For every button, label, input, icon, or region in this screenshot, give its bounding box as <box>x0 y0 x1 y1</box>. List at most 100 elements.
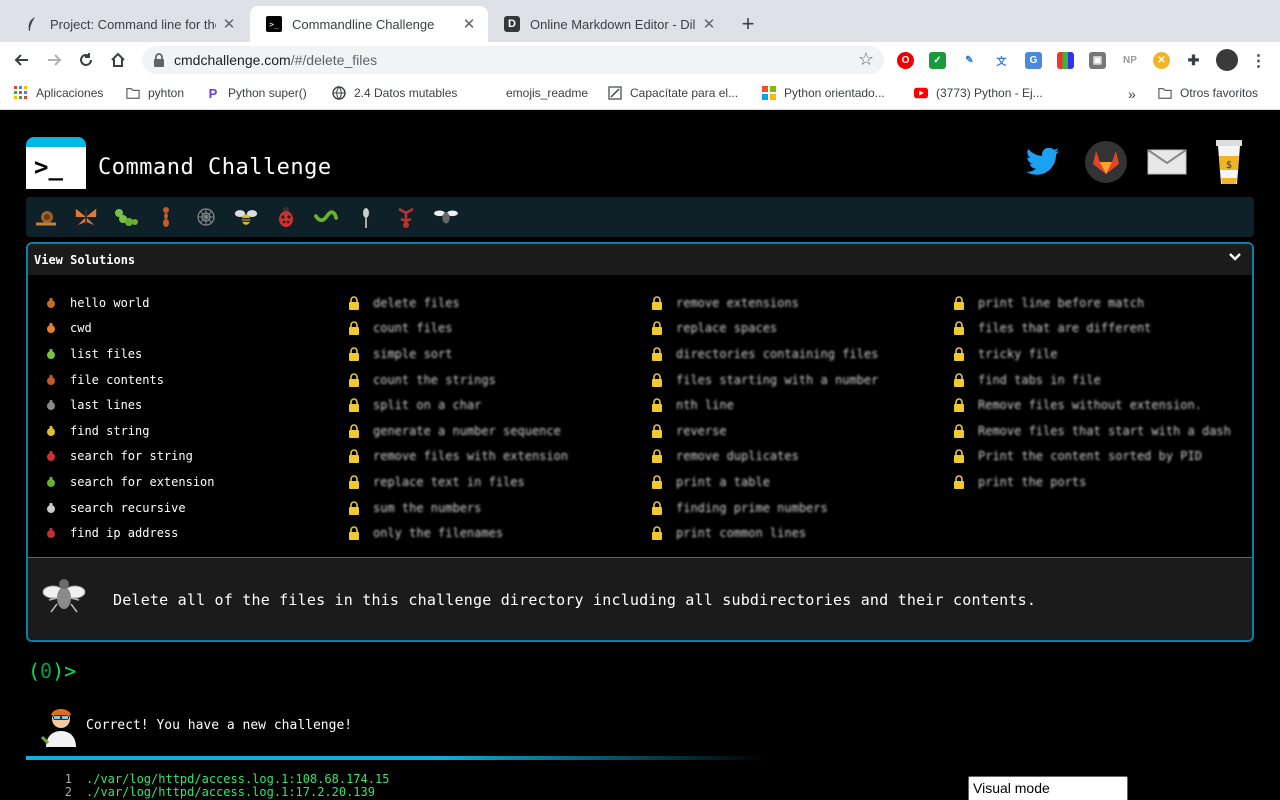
spider-web-icon[interactable] <box>194 205 218 229</box>
bookmark-capacitate[interactable]: Capacítate para el... <box>608 86 738 100</box>
bookmark-datos-mutables[interactable]: 2.4 Datos mutables <box>332 86 457 100</box>
locked-challenge-item[interactable]: Remove files that start with a dash <box>952 418 1231 444</box>
chevron-down-icon[interactable] <box>1228 249 1242 265</box>
locked-challenge-item[interactable]: nth line <box>650 392 878 418</box>
color-grid-icon[interactable] <box>1057 52 1074 69</box>
scorpion-icon[interactable] <box>394 205 418 229</box>
challenge-item[interactable]: search for extension <box>44 469 215 495</box>
locked-challenge-item[interactable]: remove files with extension <box>347 444 568 470</box>
locked-challenge-item[interactable]: generate a number sequence <box>347 418 568 444</box>
more-menu-icon[interactable]: ⋮ <box>1250 52 1267 70</box>
challenge-item[interactable]: file contents <box>44 367 215 393</box>
locked-challenge-item[interactable]: delete files <box>347 290 568 316</box>
locked-challenge-item[interactable]: find tabs in file <box>952 367 1231 393</box>
locked-challenge-item[interactable]: count the strings <box>347 367 568 393</box>
locked-challenge-item[interactable]: Remove files without extension. <box>952 392 1231 418</box>
locked-challenge-item[interactable]: replace spaces <box>650 316 878 342</box>
challenge-item[interactable]: find string <box>44 418 215 444</box>
gitlab-icon[interactable] <box>1085 141 1127 183</box>
locked-challenge-item[interactable]: replace text in files <box>347 469 568 495</box>
lock-icon[interactable] <box>152 52 168 68</box>
site-logo[interactable]: >_ <box>26 147 86 189</box>
x-extension-icon[interactable]: ✕ <box>1153 52 1170 69</box>
challenge-item[interactable]: search for string <box>44 444 215 470</box>
locked-challenge-item[interactable]: tricky file <box>952 341 1231 367</box>
avatar[interactable] <box>1216 49 1238 71</box>
locked-challenges-column-1: delete files count files simple sort count … <box>347 290 568 546</box>
bookmark-star-icon[interactable]: ☆ <box>858 49 874 70</box>
shell-prompt[interactable]: (0)> <box>28 659 76 683</box>
tab-markdown-editor[interactable]: D Online Markdown Editor - Dillin ✕ <box>488 6 728 42</box>
bookmark-python-orientado[interactable]: Python orientado... <box>762 86 885 100</box>
locked-challenge-item[interactable]: directories containing files <box>650 341 878 367</box>
ant-icon[interactable] <box>154 205 178 229</box>
folder-icon <box>126 86 140 100</box>
challenge-label: only the filenames <box>373 526 504 541</box>
tab-project[interactable]: Project: Command line for the w ✕ <box>8 6 248 42</box>
snail-icon[interactable] <box>34 205 58 229</box>
butterfly-icon[interactable] <box>74 205 98 229</box>
locked-challenge-item[interactable]: count files <box>347 316 568 342</box>
challenge-item[interactable]: search recursive <box>44 495 215 521</box>
locked-challenge-item[interactable]: Print the content sorted by PID <box>952 444 1231 470</box>
ladybug-icon[interactable] <box>274 205 298 229</box>
reload-button[interactable] <box>74 48 98 72</box>
caterpillar-icon[interactable] <box>114 205 138 229</box>
challenge-item[interactable]: last lines <box>44 392 215 418</box>
worm-icon <box>44 475 58 489</box>
bee-icon[interactable] <box>234 205 258 229</box>
coffee-icon[interactable]: $ <box>1208 137 1250 187</box>
tab-commandline-challenge[interactable]: >_ Commandline Challenge ✕ <box>250 6 488 42</box>
fly-icon[interactable] <box>434 205 458 229</box>
locked-challenge-item[interactable]: print a table <box>650 469 878 495</box>
google-translate-icon[interactable]: G <box>1025 52 1042 69</box>
new-tab-button[interactable]: + <box>736 11 760 36</box>
twitter-icon[interactable] <box>1022 141 1064 183</box>
close-icon[interactable]: ✕ <box>700 15 718 33</box>
locked-challenge-item[interactable]: sum the numbers <box>347 495 568 521</box>
check-icon[interactable]: ✓ <box>929 52 946 69</box>
address-bar[interactable]: cmdchallenge.com/#/delete_files ☆ <box>142 46 884 74</box>
more-bookmarks-button[interactable]: » <box>1128 86 1136 102</box>
np-extension-icon[interactable]: NP <box>1119 52 1141 69</box>
screen-icon[interactable]: ▣ <box>1089 52 1106 69</box>
locked-challenge-item[interactable]: reverse <box>650 418 878 444</box>
close-icon[interactable]: ✕ <box>460 15 478 33</box>
locked-challenge-item[interactable]: simple sort <box>347 341 568 367</box>
locked-challenge-item[interactable]: only the filenames <box>347 520 568 546</box>
bookmark-python-super[interactable]: P Python super() <box>206 86 307 101</box>
pen-icon[interactable]: ✎ <box>961 52 978 69</box>
opera-icon[interactable]: O <box>897 52 914 69</box>
locked-challenge-item[interactable]: finding prime numbers <box>650 495 878 521</box>
challenge-item[interactable]: list files <box>44 341 215 367</box>
forward-button[interactable] <box>42 48 66 72</box>
worm-icon[interactable] <box>314 205 338 229</box>
locked-challenge-item[interactable]: remove extensions <box>650 290 878 316</box>
locked-challenge-item[interactable]: print the ports <box>952 469 1231 495</box>
locked-challenge-item[interactable]: files that are different <box>952 316 1231 342</box>
locked-challenge-item[interactable]: remove duplicates <box>650 444 878 470</box>
back-button[interactable] <box>10 48 34 72</box>
challenge-label: remove files with extension <box>373 449 569 464</box>
visual-mode-toggle[interactable]: Visual mode <box>968 776 1128 800</box>
challenge-item[interactable]: find ip address <box>44 520 215 546</box>
close-icon[interactable]: ✕ <box>220 15 238 33</box>
locked-challenge-item[interactable]: print line before match <box>952 290 1231 316</box>
locked-challenge-item[interactable]: files starting with a number <box>650 367 878 393</box>
bookmark-aplicaciones[interactable]: Aplicaciones <box>14 86 103 100</box>
translate-icon[interactable]: 文 <box>993 52 1010 69</box>
terminal-icon: >_ <box>266 16 282 32</box>
locked-challenge-item[interactable]: print common lines <box>650 520 878 546</box>
bookmark-emojis-readme[interactable]: emojis_readme <box>484 86 588 100</box>
bookmark-pyhton[interactable]: pyhton <box>126 86 184 100</box>
challenge-item[interactable]: hello world <box>44 290 215 316</box>
home-button[interactable] <box>106 48 130 72</box>
mosquito-icon[interactable] <box>354 205 378 229</box>
bookmark-youtube-python[interactable]: (3773) Python - Ej... <box>914 86 1043 100</box>
locked-challenge-item[interactable]: split on a char <box>347 392 568 418</box>
view-solutions-toggle[interactable]: View Solutions <box>28 244 1252 275</box>
puzzle-icon[interactable]: ✚ <box>1185 52 1202 69</box>
bookmark-otros-favoritos[interactable]: Otros favoritos <box>1158 86 1258 100</box>
challenge-item[interactable]: cwd <box>44 316 215 342</box>
mail-icon[interactable] <box>1146 141 1188 183</box>
